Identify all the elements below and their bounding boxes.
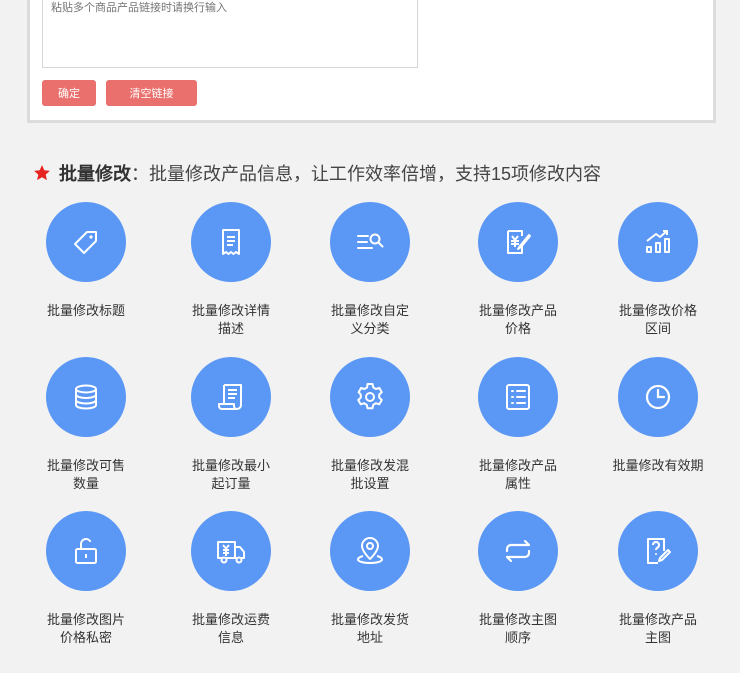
feature-circle bbox=[46, 202, 126, 282]
checklist-icon bbox=[506, 384, 530, 410]
star-icon bbox=[34, 165, 50, 181]
feature-circle bbox=[46, 511, 126, 591]
feature-circle bbox=[191, 202, 271, 282]
feature-edit-main-image[interactable]: 批量修改产品 主图 bbox=[593, 511, 723, 647]
tag-icon bbox=[74, 231, 97, 254]
confirm-button[interactable]: 确定 bbox=[42, 80, 96, 106]
feature-label: 批量修改价格 区间 bbox=[618, 303, 697, 336]
feature-edit-title[interactable]: 批量修改标题 bbox=[21, 202, 151, 320]
price-edit-icon bbox=[507, 230, 531, 254]
feature-edit-validity[interactable]: 批量修改有效期 bbox=[593, 357, 723, 475]
scroll-icon bbox=[218, 384, 242, 410]
unlock-icon bbox=[75, 538, 97, 564]
swap-icon bbox=[505, 539, 531, 563]
feature-edit-shipping[interactable]: 批量修改运费 信息 bbox=[166, 511, 296, 647]
feature-circle bbox=[618, 202, 698, 282]
feature-edit-sellable-qty[interactable]: 批量修改可售 数量 bbox=[21, 357, 151, 493]
feature-edit-attributes[interactable]: 批量修改产品 属性 bbox=[453, 357, 583, 493]
feature-circle bbox=[618, 511, 698, 591]
feature-circle bbox=[191, 511, 271, 591]
bar-trend-icon bbox=[646, 230, 670, 253]
coin-stack-icon bbox=[75, 384, 97, 410]
product-links-textarea[interactable] bbox=[42, 0, 418, 68]
feature-edit-main-image-order[interactable]: 批量修改主图 顺序 bbox=[453, 511, 583, 647]
feature-edit-description[interactable]: 批量修改详情 描述 bbox=[166, 202, 296, 338]
feature-label: 批量修改发货 地址 bbox=[330, 612, 409, 645]
question-edit-icon bbox=[647, 538, 671, 564]
feature-label: 批量修改图片 价格私密 bbox=[46, 612, 125, 645]
feature-label: 批量修改产品 价格 bbox=[478, 303, 557, 336]
feature-label: 批量修改可售 数量 bbox=[46, 458, 125, 491]
feature-circle bbox=[330, 511, 410, 591]
link-input-panel: 确定 清空链接 bbox=[27, 0, 716, 123]
clear-links-button[interactable]: 清空链接 bbox=[106, 80, 197, 106]
feature-edit-min-order[interactable]: 批量修改最小 起订量 bbox=[166, 357, 296, 493]
truck-icon bbox=[217, 541, 245, 564]
section-title-text: 批量修改 bbox=[59, 164, 131, 184]
feature-edit-image-price-privacy[interactable]: 批量修改图片 价格私密 bbox=[21, 511, 151, 647]
receipt-icon bbox=[222, 229, 240, 255]
feature-edit-custom-category[interactable]: 批量修改自定 义分类 bbox=[305, 202, 435, 338]
feature-circle bbox=[330, 357, 410, 437]
section-description: ：批量修改产品信息，让工作效率倍增，支持15项修改内容 bbox=[131, 164, 602, 184]
feature-label: 批量修改自定 义分类 bbox=[330, 303, 409, 336]
feature-label: 批量修改详情 描述 bbox=[191, 303, 270, 336]
section-title: 批量修改 ：批量修改产品信息，让工作效率倍增，支持15项修改内容 bbox=[33, 160, 601, 186]
feature-circle bbox=[46, 357, 126, 437]
feature-circle bbox=[478, 357, 558, 437]
feature-label: 批量修改有效期 bbox=[612, 458, 704, 473]
gear-icon bbox=[357, 383, 383, 410]
feature-circle bbox=[330, 202, 410, 282]
feature-edit-price-range[interactable]: 批量修改价格 区间 bbox=[593, 202, 723, 338]
feature-label: 批量修改最小 起订量 bbox=[191, 458, 270, 491]
feature-edit-ship-address[interactable]: 批量修改发货 地址 bbox=[305, 511, 435, 647]
feature-label: 批量修改产品 属性 bbox=[478, 458, 557, 491]
feature-label: 批量修改标题 bbox=[46, 303, 125, 318]
feature-circle bbox=[478, 511, 558, 591]
feature-edit-mixed-batch[interactable]: 批量修改发混 批设置 bbox=[305, 357, 435, 493]
list-search-icon bbox=[357, 233, 384, 249]
feature-circle bbox=[478, 202, 558, 282]
feature-circle bbox=[191, 357, 271, 437]
feature-edit-price[interactable]: 批量修改产品 价格 bbox=[453, 202, 583, 338]
location-icon bbox=[357, 537, 383, 564]
feature-label: 批量修改发混 批设置 bbox=[330, 458, 409, 491]
feature-label: 批量修改主图 顺序 bbox=[478, 612, 557, 645]
feature-label: 批量修改运费 信息 bbox=[191, 612, 270, 645]
feature-label: 批量修改产品 主图 bbox=[618, 612, 697, 645]
clock-icon bbox=[645, 384, 671, 410]
feature-circle bbox=[618, 357, 698, 437]
